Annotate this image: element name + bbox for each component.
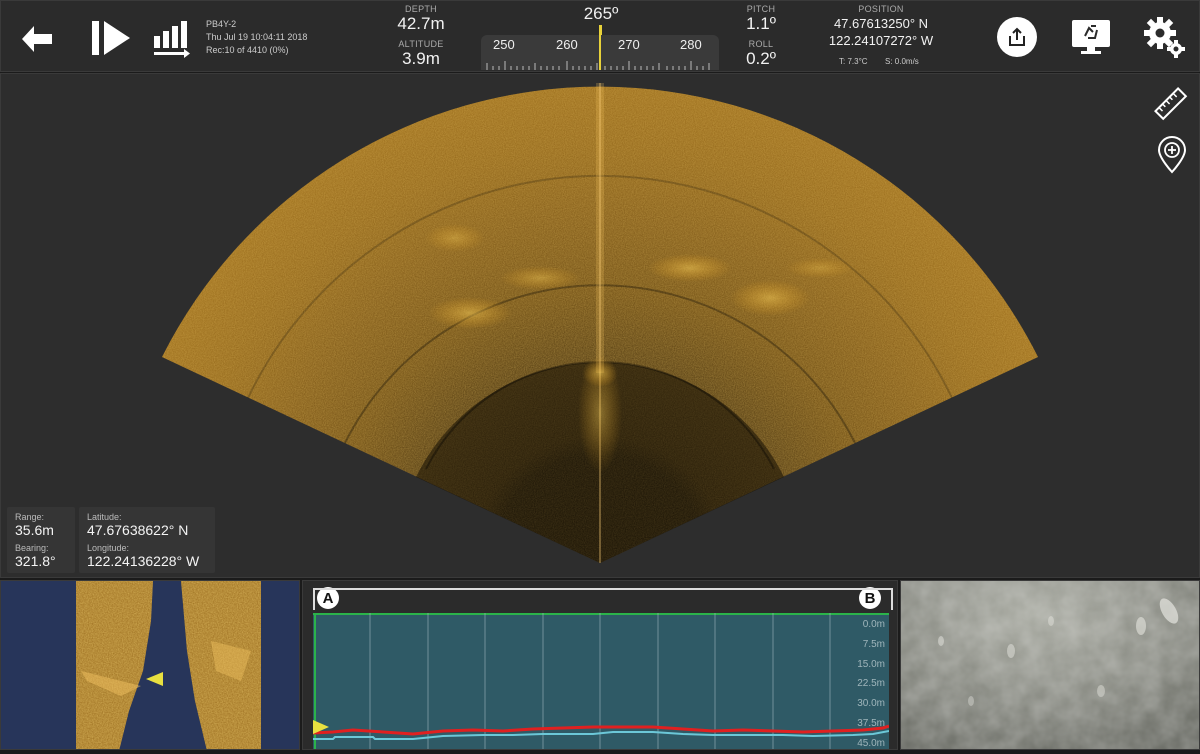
- profile-chart[interactable]: [313, 613, 889, 749]
- compass-tick-250: 250: [493, 37, 515, 52]
- depth-value: 42.7m: [397, 14, 445, 33]
- range-label: Range:: [15, 512, 45, 522]
- pitch-label: PITCH: [746, 4, 776, 14]
- latitude-value: 47.67638622° N: [87, 522, 189, 538]
- position-readout: POSITION 47.67613250° N 122.24107272° W: [811, 4, 951, 48]
- export-icon[interactable]: [997, 17, 1037, 57]
- depth-readout: DEPTH 42.7m: [381, 4, 461, 34]
- ruler-measure-icon[interactable]: [1151, 84, 1191, 124]
- sonar-view-panel[interactable]: Range: 35.6m Bearing: 321.8° Latitude: 4…: [0, 73, 1200, 578]
- top-toolbar: PB4Y-2 Thu Jul 19 10:04:11 2018 Rec:10 o…: [0, 0, 1200, 72]
- range-bearing-box: Range: 35.6m Bearing: 321.8°: [7, 507, 75, 573]
- play-step-icon[interactable]: [89, 18, 133, 58]
- compass-strip: 250 260 270 280: [481, 35, 719, 70]
- compass-tick-270: 270: [618, 37, 640, 52]
- temperature-readout: T: 7.3°C: [839, 57, 868, 66]
- back-arrow-icon[interactable]: [19, 21, 55, 57]
- camera-image[interactable]: [901, 581, 1200, 750]
- bearing-value: 321.8°: [15, 553, 56, 569]
- depth-label-2: 15.0m: [857, 658, 885, 670]
- altitude-readout: ALTITUDE 3.9m: [381, 39, 461, 69]
- compass-tick-280: 280: [680, 37, 702, 52]
- selection-bracket: [313, 588, 893, 610]
- depth-label-1: 7.5m: [862, 638, 885, 650]
- range-value: 35.6m: [15, 522, 54, 538]
- camera-view-panel[interactable]: [900, 580, 1200, 750]
- display-recycle-icon[interactable]: [1069, 17, 1113, 57]
- record-datetime: Thu Jul 19 10:04:11 2018: [206, 32, 308, 42]
- roll-label: ROLL: [748, 39, 774, 49]
- depth-profile-panel[interactable]: A B 0.0m 7.5m 15.0m 22.5m 30.0m 37.5m 45…: [302, 580, 898, 750]
- speed-readout: S: 0.0m/s: [885, 57, 919, 66]
- position-longitude: 122.24107272° W: [828, 33, 934, 48]
- settings-gears-icon[interactable]: [1143, 15, 1187, 59]
- recording-info: PB4Y-2 Thu Jul 19 10:04:11 2018 Rec:10 o…: [206, 18, 307, 57]
- depth-label-3: 22.5m: [857, 678, 885, 690]
- latitude-label: Latitude:: [87, 512, 122, 522]
- record-counter: Rec:10 of 4410 (0%): [206, 45, 289, 55]
- depth-label-6: 45.0m: [857, 737, 885, 749]
- depth-label: DEPTH: [404, 4, 437, 14]
- pitch-readout: PITCH 1.1º: [721, 4, 801, 34]
- pitch-value: 1.1º: [746, 14, 776, 33]
- vessel-name: PB4Y-2: [206, 19, 237, 29]
- signal-bars-icon[interactable]: [151, 17, 193, 59]
- lat-lon-box: Latitude: 47.67638622° N Longitude: 122.…: [79, 507, 215, 573]
- marker-b-button[interactable]: B: [859, 587, 881, 609]
- depth-scale-labels: 0.0m 7.5m 15.0m 22.5m 30.0m 37.5m 45.0m: [857, 615, 885, 754]
- depth-label-5: 37.5m: [857, 717, 885, 729]
- heading-value: 265º: [583, 4, 619, 23]
- heading-pointer: [599, 25, 602, 35]
- sidescan-view-panel[interactable]: [0, 580, 300, 750]
- altitude-value: 3.9m: [402, 49, 440, 68]
- add-waypoint-icon[interactable]: [1153, 134, 1191, 176]
- position-label: POSITION: [858, 4, 904, 14]
- depth-label-4: 30.0m: [857, 698, 885, 710]
- roll-value: 0.2º: [746, 49, 776, 68]
- sidescan-image[interactable]: [1, 581, 300, 750]
- longitude-label: Longitude:: [87, 543, 130, 553]
- marker-a-button[interactable]: A: [317, 587, 339, 609]
- sonar-fan-image[interactable]: [0, 73, 1200, 578]
- altitude-label: ALTITUDE: [398, 39, 444, 49]
- roll-readout: ROLL 0.2º: [721, 39, 801, 69]
- longitude-value: 122.24136228° W: [87, 553, 200, 569]
- depth-label-0: 0.0m: [862, 619, 885, 630]
- bearing-label: Bearing:: [15, 543, 49, 553]
- position-latitude: 47.67613250° N: [833, 16, 929, 31]
- compass-tick-260: 260: [556, 37, 578, 52]
